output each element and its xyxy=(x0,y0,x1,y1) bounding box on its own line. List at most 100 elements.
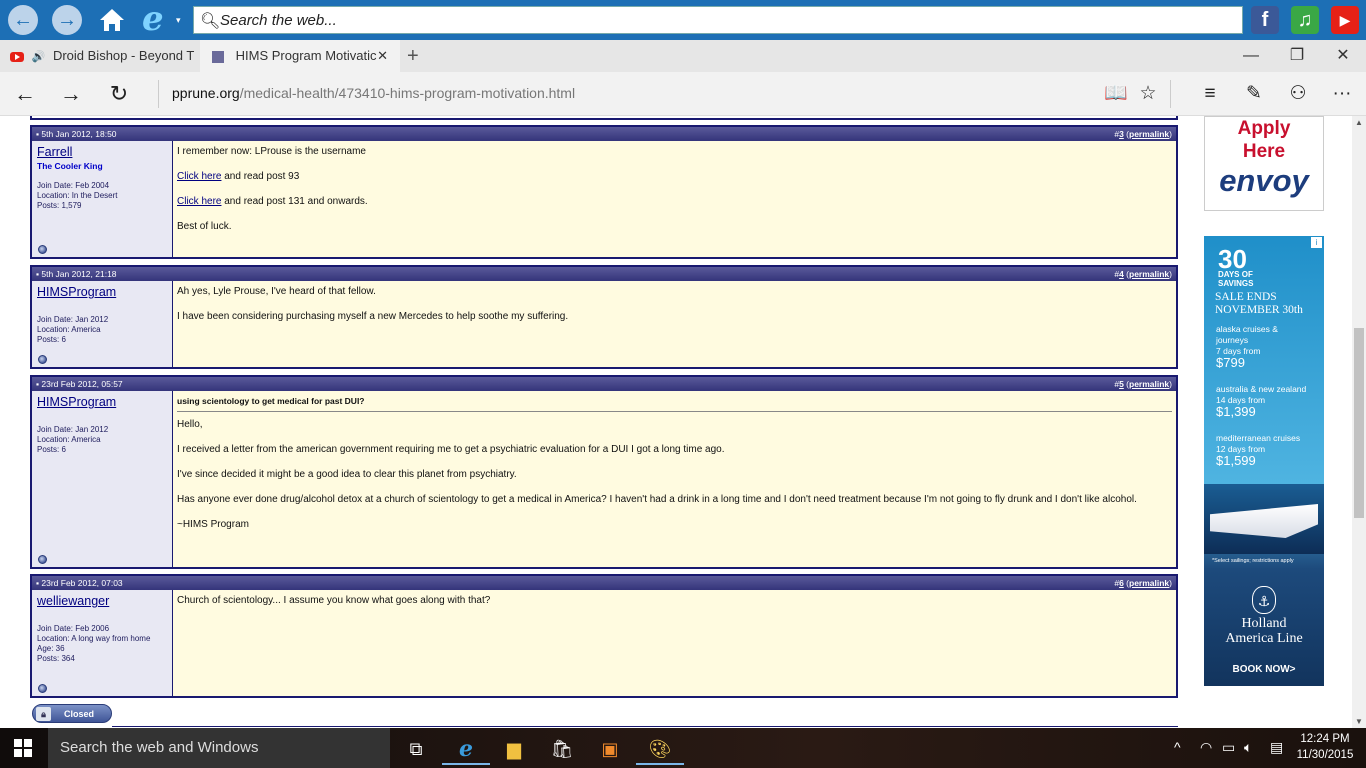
cruise-ship-image xyxy=(1204,484,1324,554)
share-icon[interactable]: ⚇ xyxy=(1284,80,1312,108)
chevron-up-icon[interactable]: ^ xyxy=(1174,739,1181,755)
post-number-link[interactable]: 4 xyxy=(1119,269,1124,279)
close-window-button[interactable]: ✕ xyxy=(1320,40,1366,72)
ad-info-icon[interactable]: i xyxy=(1311,237,1322,248)
scroll-up-icon[interactable]: ▲ xyxy=(1355,118,1363,127)
message-line: Best of luck. xyxy=(177,221,232,232)
message-line: Hello, xyxy=(177,419,203,430)
favorite-star-icon[interactable]: ☆ xyxy=(1134,80,1162,108)
ad-deal: mediterranean cruises 12 days from $1,59… xyxy=(1216,433,1300,467)
thread-closed-button[interactable]: 🔒︎ Closed xyxy=(32,704,112,723)
close-tab-icon[interactable]: ✕ xyxy=(377,40,388,72)
tab-droid-bishop[interactable]: 🔊 Droid Bishop - Beyond T xyxy=(0,40,200,72)
restore-button[interactable]: ❐ xyxy=(1274,40,1320,72)
search-placeholder: Search the web... xyxy=(220,12,337,29)
youtube-icon[interactable]: ▶ xyxy=(1331,6,1359,34)
ad-text: DAYS OF xyxy=(1218,270,1253,279)
envoy-logo: envoy xyxy=(1219,163,1309,198)
paint-icon[interactable]: 🎨︎ xyxy=(636,733,684,765)
post-body: HIMSProgram Join Date: Jan 2012 Location… xyxy=(32,391,1176,567)
post-number-link[interactable]: 6 xyxy=(1119,578,1124,588)
envoy-ad[interactable]: Apply Here envoy xyxy=(1204,116,1324,211)
volume-icon[interactable]: 🔈︎ xyxy=(1244,739,1252,756)
divider xyxy=(1170,80,1171,108)
user-title xyxy=(37,301,167,309)
notifications-icon[interactable]: ▤ xyxy=(1270,739,1283,756)
user-title xyxy=(37,411,167,419)
permalink[interactable]: permalink xyxy=(1129,129,1169,139)
music-icon[interactable]: ♫ xyxy=(1291,6,1319,34)
click-here-link[interactable]: Click here xyxy=(177,171,221,182)
previous-post-edge xyxy=(30,116,1178,120)
post-number-link[interactable]: 5 xyxy=(1119,379,1124,389)
clock-time: 12:24 PM xyxy=(1300,733,1350,745)
scrollbar-thumb[interactable] xyxy=(1354,328,1364,518)
taskbar-search-input[interactable]: Search the web and Windows xyxy=(48,728,390,768)
url-path: /medical-health/473410-hims-program-moti… xyxy=(239,85,576,101)
message-line: I remember now: LProuse is the username xyxy=(177,146,366,157)
ad-fine-print: *Select sailings; restrictions apply xyxy=(1212,558,1294,564)
new-tab-button[interactable]: + xyxy=(407,40,427,72)
clock-date: 11/30/2015 xyxy=(1296,749,1354,761)
web-note-icon[interactable]: ✎ xyxy=(1240,80,1268,108)
more-icon[interactable]: ··· xyxy=(1328,80,1356,108)
launcher-search-input[interactable]: 🔍︎ Search the web... xyxy=(193,6,1243,34)
online-status-icon xyxy=(38,245,47,254)
launcher-back-button[interactable]: ← xyxy=(8,5,38,35)
permalink[interactable]: permalink xyxy=(1129,379,1169,389)
ad-price: $1,399 xyxy=(1216,404,1256,419)
username-link[interactable]: HIMSProgram xyxy=(37,395,167,409)
post-date: 5th Jan 2012, 21:18 xyxy=(41,269,117,279)
search-icon: 🔍︎ xyxy=(200,13,221,30)
facebook-icon[interactable]: f xyxy=(1251,6,1279,34)
hub-icon[interactable]: ≡ xyxy=(1196,80,1224,108)
home-icon[interactable] xyxy=(98,6,126,34)
audio-icon[interactable]: 🔊 xyxy=(32,51,46,63)
refresh-button[interactable]: ↻ xyxy=(104,80,134,108)
scroll-down-icon[interactable]: ▼ xyxy=(1355,717,1363,726)
ad-price: $799 xyxy=(1216,355,1245,370)
minimize-button[interactable]: — xyxy=(1228,40,1274,72)
url-field[interactable]: pprune.org/medical-health/473410-hims-pr… xyxy=(172,85,575,101)
username-link[interactable]: HIMSProgram xyxy=(37,285,167,299)
vertical-scrollbar[interactable]: ▲ ▼ xyxy=(1352,116,1366,728)
file-explorer-icon[interactable]: ▆ xyxy=(490,733,538,765)
message-line: Click here and read post 131 and onwards… xyxy=(177,196,1172,208)
internet-explorer-icon[interactable]: e xyxy=(142,2,176,36)
edge-browser-icon[interactable]: e xyxy=(442,733,490,765)
permalink[interactable]: permalink xyxy=(1129,269,1169,279)
post-number-link[interactable]: 3 xyxy=(1119,129,1124,139)
wifi-icon[interactable]: ◠ xyxy=(1200,739,1212,756)
message-text: and read post 131 and onwards. xyxy=(221,196,368,207)
click-here-link[interactable]: Click here xyxy=(177,196,221,207)
url-domain: pprune.org xyxy=(172,85,240,101)
permalink[interactable]: permalink xyxy=(1129,578,1169,588)
post-date: 23rd Feb 2012, 05:57 xyxy=(41,379,123,389)
store-icon[interactable]: 🛍︎ xyxy=(538,733,586,765)
chevron-down-icon[interactable]: ▾ xyxy=(176,15,181,26)
forward-button[interactable]: → xyxy=(56,80,86,108)
post-header: ▪ 5th Jan 2012, 18:50 #3 (permalink) xyxy=(32,127,1176,141)
back-button[interactable]: ← xyxy=(10,80,40,108)
launcher-forward-button[interactable]: → xyxy=(52,5,82,35)
username-link[interactable]: welliewanger xyxy=(37,594,167,608)
ad-text: SAVINGS xyxy=(1218,279,1254,288)
username-link[interactable]: Farrell xyxy=(37,145,167,159)
message-line: I received a letter from the american go… xyxy=(177,444,725,455)
clock[interactable]: 12:24 PM 11/30/2015 xyxy=(1290,731,1360,763)
message-line: I've since decided it might be a good id… xyxy=(177,469,517,480)
tab-hims-program[interactable]: HIMS Program Motivatic ✕ xyxy=(200,40,400,72)
reading-view-icon[interactable]: 📖 xyxy=(1102,80,1130,108)
media-player-icon[interactable]: ▣ xyxy=(586,733,634,765)
ad-sale: SALE ENDS NOVEMBER 30th xyxy=(1215,291,1303,317)
holland-america-ad[interactable]: i 30 DAYS OF SAVINGS SALE ENDS NOVEMBER 30… xyxy=(1204,236,1324,686)
ad-days: DAYS OF SAVINGS xyxy=(1218,270,1253,288)
age: Age: 36 xyxy=(37,644,65,653)
task-view-icon[interactable]: ⧉ xyxy=(392,733,440,765)
post-title: using scientology to get medical for pas… xyxy=(177,396,1172,412)
user-info: Farrell The Cooler King Join Date: Feb 2… xyxy=(32,141,173,257)
battery-icon[interactable]: ▭ xyxy=(1222,739,1235,756)
post-count: Posts: 1,579 xyxy=(37,201,82,210)
windows-start-icon[interactable] xyxy=(14,739,32,757)
book-now-button[interactable]: BOOK NOW> xyxy=(1204,664,1324,675)
